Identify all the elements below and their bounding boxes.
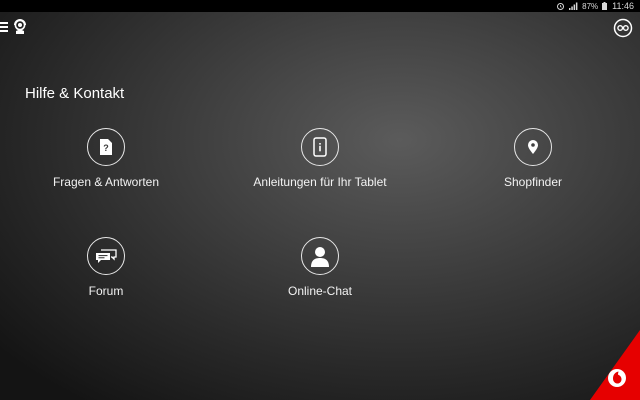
person-icon (311, 247, 329, 267)
tile-icon-circle (301, 128, 339, 166)
tile-shopfinder[interactable]: Shopfinder (443, 128, 623, 189)
tile-online-chat[interactable]: Online-Chat (230, 237, 410, 298)
clock: 11:46 (612, 1, 634, 11)
alarm-icon (556, 2, 565, 10)
tile-label: Anleitungen für Ihr Tablet (253, 175, 387, 189)
battery-icon (602, 2, 608, 10)
status-bar: 87% 11:46 (0, 0, 640, 12)
tile-label: Fragen & Antworten (52, 175, 160, 189)
vodafone-logo (590, 330, 640, 400)
battery-percent: 87% (582, 1, 599, 11)
tile-faq[interactable]: ? Fragen & Antworten (16, 128, 196, 189)
tile-icon-circle (301, 237, 339, 275)
page-title: Hilfe & Kontakt (25, 85, 125, 102)
svg-text:?: ? (103, 143, 109, 153)
tablet-info-icon (313, 137, 327, 157)
tile-label: Forum (88, 284, 124, 298)
tile-manuals[interactable]: Anleitungen für Ihr Tablet (230, 128, 410, 189)
screen: 87% 11:46 Hilfe & Kontakt ? Fragen & Ant… (0, 0, 640, 400)
tile-icon-circle (87, 237, 125, 275)
account-icon[interactable] (613, 18, 633, 38)
tile-label: Shopfinder (503, 175, 563, 189)
menu-icon[interactable] (0, 22, 9, 32)
signal-icon (569, 2, 578, 10)
tile-forum[interactable]: Forum (16, 237, 196, 298)
faq-document-icon: ? (100, 139, 112, 155)
location-pin-icon (528, 140, 538, 154)
chat-bubbles-icon (96, 249, 117, 263)
tile-icon-circle (514, 128, 552, 166)
top-app-bar (0, 12, 640, 42)
support-icon[interactable] (12, 18, 28, 36)
tile-icon-circle: ? (87, 128, 125, 166)
tile-label: Online-Chat (287, 284, 353, 298)
